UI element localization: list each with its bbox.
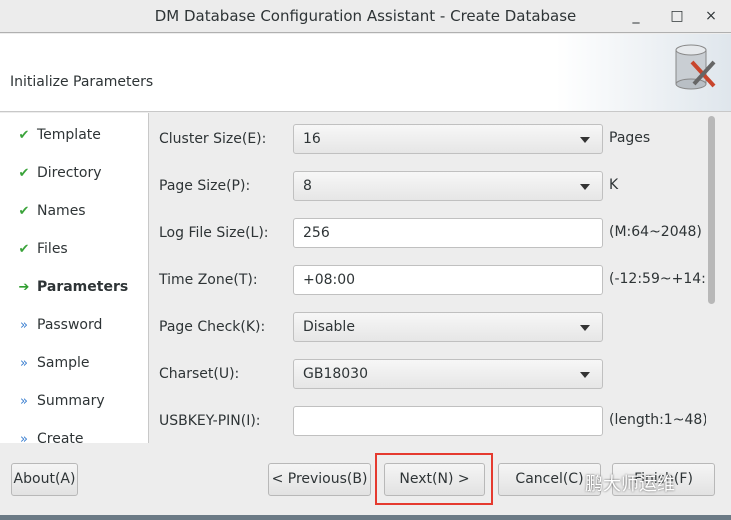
double-arrow-icon: » bbox=[20, 393, 28, 409]
window-border bbox=[0, 515, 731, 520]
chevron-down-icon bbox=[580, 184, 590, 190]
chevron-down-icon bbox=[580, 372, 590, 378]
field-label: Page Check(K): bbox=[159, 319, 266, 335]
sidebar-item-label: Parameters bbox=[37, 279, 129, 295]
unit-label: (length:1~48) bbox=[609, 412, 708, 428]
field-label: Charset(U): bbox=[159, 366, 240, 382]
close-button[interactable]: × bbox=[701, 0, 721, 32]
minimize-button[interactable]: _ bbox=[626, 0, 646, 32]
time-zone-input[interactable]: +08:00 bbox=[293, 265, 603, 295]
about-button[interactable]: About(A) bbox=[11, 463, 78, 496]
check-icon: ✔ bbox=[18, 203, 30, 219]
page-size-select[interactable]: 8 bbox=[293, 171, 603, 201]
unit-label: K bbox=[609, 177, 619, 193]
field-label: Log File Size(L): bbox=[159, 225, 269, 241]
cluster-size-select[interactable]: 16 bbox=[293, 124, 603, 154]
select-value: 8 bbox=[303, 178, 312, 194]
select-value: 16 bbox=[303, 131, 321, 147]
sidebar-item-files: ✔ Files bbox=[17, 239, 68, 259]
time-zone-row: Time Zone(T): +08:00 (-12:59~+14:00) bbox=[159, 265, 718, 295]
check-icon: ✔ bbox=[18, 165, 30, 181]
page-title: Initialize Parameters bbox=[10, 74, 154, 90]
sidebar-item-label: Template bbox=[37, 127, 101, 143]
sidebar-item-label: Sample bbox=[37, 355, 90, 371]
sidebar-item-parameters: ➔ Parameters bbox=[17, 277, 129, 297]
cluster-size-row: Cluster Size(E): 16 Pages bbox=[159, 124, 650, 154]
arrow-right-icon: ➔ bbox=[18, 279, 30, 295]
page-size-row: Page Size(P): 8 K bbox=[159, 171, 618, 201]
select-value: Disable bbox=[303, 319, 355, 335]
unit-label: (-12:59~+14:00) bbox=[609, 271, 718, 287]
sidebar-item-password: » Password bbox=[17, 315, 102, 335]
field-label: USBKEY-PIN(I): bbox=[159, 413, 261, 429]
sidebar-item-template: ✔ Template bbox=[17, 125, 101, 145]
sidebar-item-sample: » Sample bbox=[17, 353, 90, 373]
scrollbar-thumb[interactable] bbox=[708, 116, 715, 304]
database-tools-icon bbox=[556, 34, 731, 111]
usbkey-pin-input[interactable] bbox=[293, 406, 603, 436]
sidebar-item-label: Summary bbox=[37, 393, 105, 409]
check-icon: ✔ bbox=[18, 127, 30, 143]
double-arrow-icon: » bbox=[20, 431, 28, 444]
watermark: 鹏大师运维 bbox=[585, 474, 675, 495]
double-arrow-icon: » bbox=[20, 355, 28, 371]
header: Initialize Parameters bbox=[0, 34, 731, 112]
sidebar-item-directory: ✔ Directory bbox=[17, 163, 102, 183]
usbkey-pin-row: USBKEY-PIN(I): (length:1~48) bbox=[159, 406, 708, 436]
sidebar-item-label: Files bbox=[37, 241, 68, 257]
chevron-down-icon bbox=[580, 137, 590, 143]
sidebar-item-create: » Create bbox=[17, 429, 84, 443]
log-file-size-input[interactable]: 256 bbox=[293, 218, 603, 248]
sidebar-item-label: Password bbox=[37, 317, 103, 333]
log-file-size-row: Log File Size(L): 256 (M:64~2048) bbox=[159, 218, 702, 248]
field-label: Cluster Size(E): bbox=[159, 131, 267, 147]
chevron-down-icon bbox=[580, 325, 590, 331]
charset-select[interactable]: GB18030 bbox=[293, 359, 603, 389]
title-bar: DM Database Configuration Assistant - Cr… bbox=[0, 0, 731, 33]
check-icon: ✔ bbox=[18, 241, 30, 257]
vertical-scrollbar[interactable] bbox=[706, 113, 718, 443]
next-button-highlight bbox=[375, 453, 493, 505]
field-label: Page Size(P): bbox=[159, 178, 251, 194]
unit-label: (M:64~2048) bbox=[609, 224, 702, 240]
parameters-form: Cluster Size(E): 16 Pages Page Size(P): 8 K … bbox=[150, 113, 718, 443]
sidebar-item-label: Directory bbox=[37, 165, 102, 181]
unit-label: Pages bbox=[609, 130, 651, 146]
window-title: DM Database Configuration Assistant - Cr… bbox=[154, 7, 577, 25]
sidebar: ✔ Template ✔ Directory ✔ Names ✔ Files ➔ Para… bbox=[0, 113, 149, 443]
field-label: Time Zone(T): bbox=[159, 272, 258, 288]
sidebar-item-names: ✔ Names bbox=[17, 201, 86, 221]
charset-row: Charset(U): GB18030 bbox=[159, 359, 603, 389]
maximize-button[interactable]: □ bbox=[667, 0, 687, 32]
select-value: GB18030 bbox=[303, 366, 368, 382]
sidebar-item-label: Names bbox=[37, 203, 86, 219]
previous-button[interactable]: < Previous(B) bbox=[268, 463, 371, 496]
double-arrow-icon: » bbox=[20, 317, 28, 333]
sidebar-item-summary: » Summary bbox=[17, 391, 105, 411]
sidebar-item-label: Create bbox=[37, 431, 84, 443]
page-check-select[interactable]: Disable bbox=[293, 312, 603, 342]
page-check-row: Page Check(K): Disable bbox=[159, 312, 603, 342]
